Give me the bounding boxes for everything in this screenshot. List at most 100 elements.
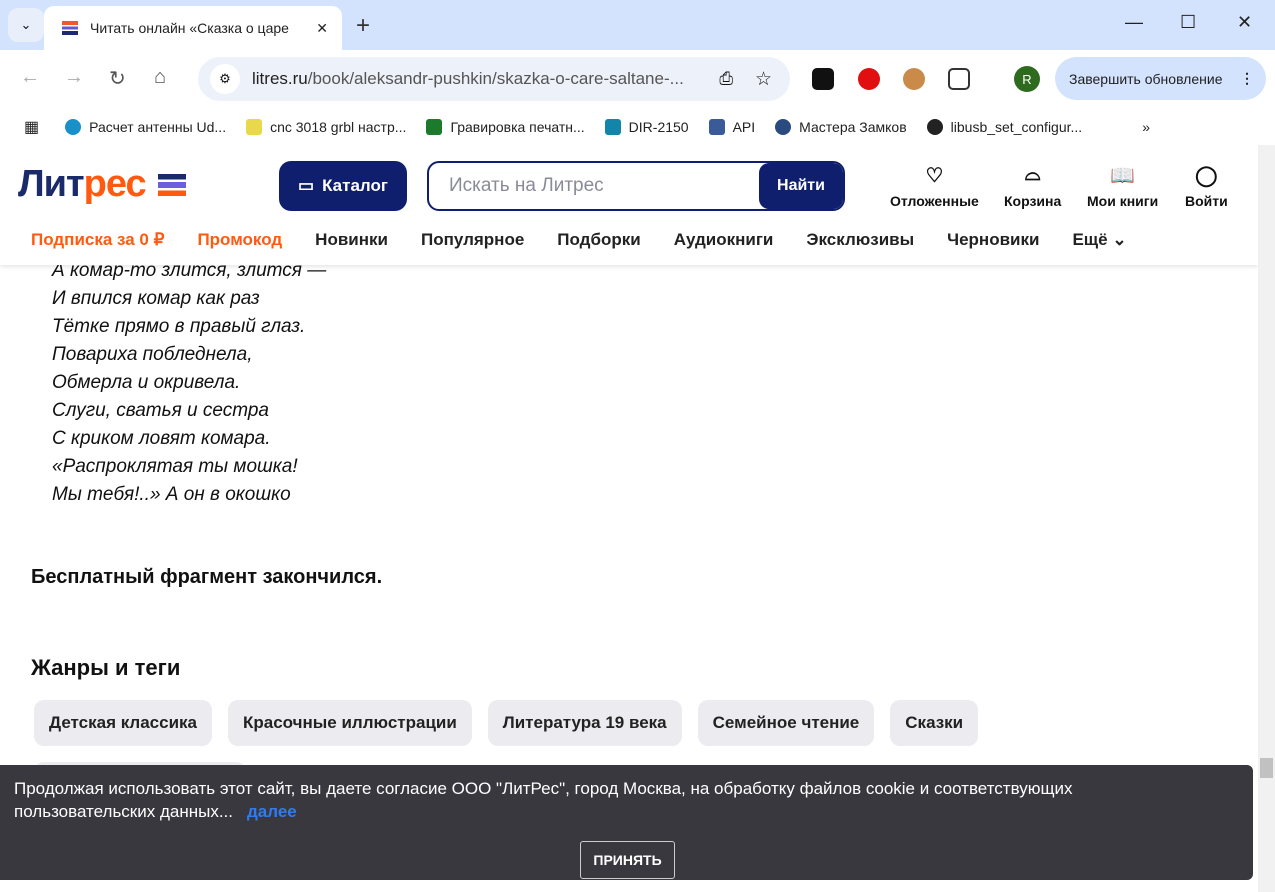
cookie-banner: Продолжая использовать этот сайт, вы дае… xyxy=(0,765,1253,880)
header-my-books[interactable]: 📖 Мои книги xyxy=(1087,163,1158,209)
tags-list: Детская классика Красочные иллюстрации Л… xyxy=(34,700,979,746)
bookmark-item[interactable]: Расчет антенны Ud... xyxy=(65,118,227,135)
basket-icon: ⌓ xyxy=(1024,163,1041,185)
bookmark-item[interactable]: libusb_set_configur... xyxy=(926,118,1082,135)
tab-search-button[interactable]: ⌄ xyxy=(8,8,44,42)
poem-line: И впился комар как раз xyxy=(52,288,260,309)
url-text: litres.ru/book/aleksandr-pushkin/skazka-… xyxy=(252,69,719,89)
tag-chip[interactable]: Семейное чтение xyxy=(697,700,875,746)
header-label: Мои книги xyxy=(1087,193,1159,209)
menu-collections[interactable]: Подборки xyxy=(557,230,640,250)
poem-line: Повариха побледнела, xyxy=(52,344,253,365)
heart-icon: ♡ xyxy=(925,165,944,187)
update-label: Завершить обновление xyxy=(1069,70,1223,87)
bookmark-item[interactable]: Гравировка печатн... xyxy=(426,118,585,135)
bookmark-item[interactable]: Мастера Замков xyxy=(775,118,907,135)
maximize-button[interactable]: ☐ xyxy=(1180,12,1196,33)
header-deferred[interactable]: ♡ Отложенные xyxy=(890,163,979,209)
chevron-down-icon: ⌄ xyxy=(1112,230,1127,249)
catalog-button[interactable]: ▭ Каталог xyxy=(279,161,407,211)
update-button[interactable]: Завершить обновление ⋮ xyxy=(1055,57,1266,100)
litres-logo[interactable]: Лит рес xyxy=(18,163,186,206)
close-tab-icon[interactable]: ✕ xyxy=(316,20,328,37)
logo-mark-icon xyxy=(157,173,186,196)
menu-dots-icon[interactable]: ⋮ xyxy=(1240,70,1254,87)
bookmark-item[interactable]: API xyxy=(708,118,756,135)
address-bar[interactable]: ⚙ litres.ru/book/aleksandr-pushkin/skazk… xyxy=(198,57,790,101)
user-icon: ◯ xyxy=(1195,165,1218,187)
accept-cookies-button[interactable]: ПРИНЯТЬ xyxy=(580,841,675,879)
cookie-text: Продолжая использовать этот сайт, вы дае… xyxy=(14,779,1073,821)
tag-chip[interactable]: Сказки xyxy=(890,700,979,746)
poem-line: «Распроклятая ты мошка! xyxy=(52,456,298,477)
more-bookmarks-icon[interactable]: » xyxy=(1142,119,1150,135)
scrollbar-thumb[interactable] xyxy=(1260,758,1273,778)
fragment-end-heading: Бесплатный фрагмент закончился. xyxy=(31,566,383,588)
poem-text: А комар-то злится, злится — И впился ком… xyxy=(52,257,326,509)
menu-new[interactable]: Новинки xyxy=(315,230,388,250)
menu-drafts[interactable]: Черновики xyxy=(947,230,1039,250)
genres-heading: Жанры и теги xyxy=(31,655,181,680)
url-host: litres.ru xyxy=(252,69,308,88)
menu-more-label: Ещё xyxy=(1072,230,1108,249)
extensions-puzzle-icon[interactable] xyxy=(948,68,970,90)
bookmark-label: Гравировка печатн... xyxy=(450,118,585,135)
page-content: Лит рес ▭ Каталог Искать на Литрес Найти ♡ О… xyxy=(0,145,1258,892)
poem-line: С криком ловят комара. xyxy=(52,428,271,449)
close-window-button[interactable]: ✕ xyxy=(1237,12,1252,33)
menu-audiobooks[interactable]: Аудиокниги xyxy=(674,230,774,250)
url-path: /book/aleksandr-pushkin/skazka-o-care-sa… xyxy=(307,69,684,88)
profile-avatar[interactable]: R xyxy=(1014,66,1040,92)
active-tab[interactable]: Читать онлайн «Сказка о царе ✕ xyxy=(44,6,342,50)
scrollbar[interactable] xyxy=(1258,145,1275,892)
reload-button[interactable]: ↻ xyxy=(109,66,126,91)
forward-button[interactable]: → xyxy=(64,66,84,89)
install-app-icon[interactable]: ⎙ xyxy=(719,69,733,89)
header-login[interactable]: ◯ Войти xyxy=(1185,163,1228,209)
menu-exclusives[interactable]: Эксклюзивы xyxy=(806,230,914,250)
poem-line: Слуги, сватья и сестра xyxy=(52,400,269,421)
apps-grid-icon[interactable]: ▦ xyxy=(24,117,39,137)
bookmark-label: Расчет антенны Ud... xyxy=(89,118,227,135)
bookmark-label: Мастера Замков xyxy=(799,118,907,135)
tag-chip[interactable]: Детская классика xyxy=(34,700,213,746)
back-button[interactable]: ← xyxy=(20,66,40,89)
new-tab-button[interactable]: + xyxy=(356,12,370,40)
header-cart[interactable]: ⌓ Корзина xyxy=(1004,163,1061,209)
adblock-extension-icon[interactable] xyxy=(858,68,880,90)
bookmark-label: cnc 3018 grbl настр... xyxy=(270,118,407,135)
minimize-button[interactable]: — xyxy=(1125,12,1143,33)
poem-line: Обмерла и окривела. xyxy=(52,372,241,393)
logo-part: Лит xyxy=(18,163,85,205)
bookmark-star-icon[interactable]: ☆ xyxy=(755,68,772,91)
main-menu: Подписка за 0 ₽ Промокод Новинки Популяр… xyxy=(31,230,1127,250)
menu-popular[interactable]: Популярное xyxy=(421,230,524,250)
poem-line: Мы тебя!..» А он в окошко xyxy=(52,484,291,505)
bookmark-item[interactable]: DIR-2150 xyxy=(604,118,689,135)
tab-title: Читать онлайн «Сказка о царе xyxy=(90,20,289,36)
header-label: Корзина xyxy=(1004,193,1062,209)
catalog-label: Каталог xyxy=(322,176,388,195)
bear-extension-icon[interactable] xyxy=(903,68,925,90)
bookmark-label: DIR-2150 xyxy=(628,118,689,135)
tag-chip[interactable]: Литература 19 века xyxy=(487,700,682,746)
menu-more[interactable]: Ещё ⌄ xyxy=(1072,230,1126,250)
bookmark-label: API xyxy=(732,118,756,135)
search-input[interactable]: Искать на Литрес Найти xyxy=(427,161,845,211)
cookie-more-link[interactable]: далее xyxy=(247,802,297,821)
search-button[interactable]: Найти xyxy=(759,163,843,209)
header-label: Отложенные xyxy=(890,193,979,209)
tag-chip[interactable]: Красочные иллюстрации xyxy=(228,700,472,746)
site-settings-icon[interactable]: ⚙ xyxy=(210,64,240,94)
bookmark-item[interactable]: cnc 3018 grbl настр... xyxy=(246,118,407,135)
home-button[interactable]: ⌂ xyxy=(154,66,166,89)
tampermonkey-extension-icon[interactable] xyxy=(812,68,834,90)
site-header: Лит рес ▭ Каталог Искать на Литрес Найти ♡ О… xyxy=(0,145,1258,265)
litres-favicon-icon xyxy=(62,21,78,35)
menu-subscription[interactable]: Подписка за 0 ₽ xyxy=(31,230,164,250)
book-icon: 📖 xyxy=(1110,165,1136,187)
header-label: Войти xyxy=(1185,193,1228,209)
menu-promocode[interactable]: Промокод xyxy=(197,230,282,250)
bookmarks-bar: ▦ Расчет антенны Ud... cnc 3018 grbl нас… xyxy=(0,108,1275,145)
poem-line: Тётке прямо в правый глаз. xyxy=(52,316,306,337)
